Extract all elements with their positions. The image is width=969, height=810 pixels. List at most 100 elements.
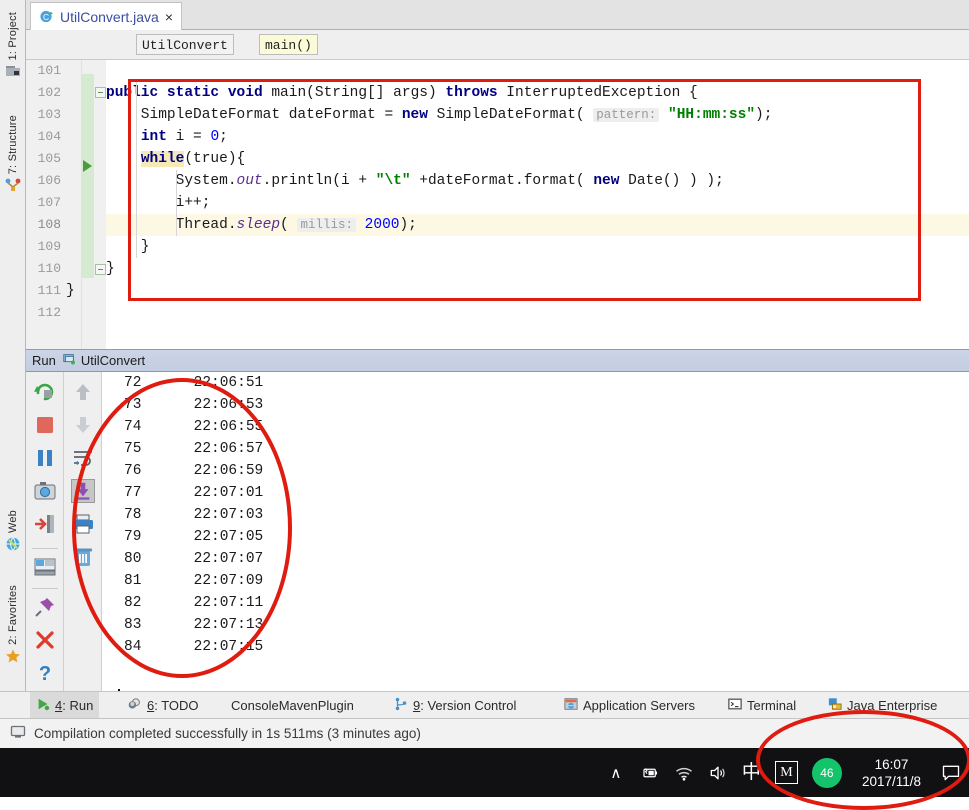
method-sleep: sleep [236, 217, 281, 233]
code-text[interactable]: public static void main(String[] args) t… [66, 60, 969, 349]
tool-window-button-java-enterprise[interactable]: Java Enterprise [822, 692, 943, 718]
wifi-icon[interactable] [674, 763, 694, 783]
console-index: 72 [124, 375, 142, 391]
ide-window: 1: Project 7: Structure Web 2: Favorites [0, 0, 969, 810]
param-hint-millis: millis: [297, 218, 356, 232]
soft-wrap-icon[interactable] [71, 446, 95, 470]
sleep-open-paren: ( [280, 217, 298, 233]
fold-collapse-icon[interactable] [95, 264, 106, 275]
tool-window-button-version-control[interactable]: 9: Version Control [388, 692, 522, 718]
sdf-declaration: SimpleDateFormat dateFormat = [106, 107, 402, 123]
svg-text:?: ? [39, 663, 51, 685]
line-number: 103 [37, 107, 61, 122]
tool-window-button-run[interactable]: 4: Run [30, 692, 100, 718]
close-icon[interactable] [33, 628, 57, 652]
kw-throws: throws [445, 85, 498, 101]
line-number: 101 [37, 63, 61, 78]
run-window-title: Run [32, 353, 56, 368]
editor-gutter[interactable]: 101 102 103 104 105 106 107 108 109 110 … [26, 60, 82, 349]
console-time: 22:07:09 [193, 573, 264, 589]
pause-icon[interactable] [33, 446, 57, 470]
tool-window-button-todo[interactable]: 6: TODO [122, 692, 205, 718]
scroll-down-icon[interactable] [71, 413, 95, 437]
sidebar-item-project-label: 1: Project [7, 12, 19, 61]
toolbar-divider [32, 548, 58, 549]
sidebar-item-structure[interactable]: 7: Structure [0, 115, 26, 193]
battery-charging-icon[interactable] [640, 763, 660, 783]
clear-all-trash-icon[interactable] [71, 545, 95, 569]
exception-type: InterruptedException { [497, 85, 698, 101]
code-line: while(true){ [106, 148, 969, 170]
sidebar-item-project[interactable]: 1: Project [0, 12, 26, 79]
tool-window-button-consolemavenplugin[interactable]: ConsoleMavenPlugin [225, 692, 360, 718]
thread-dump-icon[interactable] [33, 479, 57, 503]
line-number: 109 [37, 239, 61, 254]
rerun-icon[interactable] [33, 380, 57, 404]
breadcrumb-class[interactable]: UtilConvert [136, 34, 234, 55]
stop-icon[interactable] [33, 413, 57, 437]
run-green-arrow-icon [36, 697, 50, 714]
console-time: 22:07:03 [193, 507, 264, 523]
sidebar-item-favorites[interactable]: 2: Favorites [0, 585, 26, 664]
tool-window-button-terminal[interactable]: Terminal [722, 692, 802, 718]
code-line: i++; [106, 192, 969, 214]
fold-collapse-icon[interactable] [95, 87, 106, 98]
m-app-icon[interactable]: M [774, 761, 798, 784]
code-editor[interactable]: 101 102 103 104 105 106 107 108 109 110 … [26, 60, 969, 349]
help-icon[interactable]: ? [33, 661, 57, 685]
console-index: 77 [124, 485, 142, 501]
console-line: 80 22:07:07 [102, 548, 969, 570]
stmt-end: ); [755, 107, 773, 123]
tool-window-label: Java Enterprise [847, 697, 938, 713]
status-bar: Compilation completed successfully in 1s… [0, 718, 969, 748]
toolbar-divider [32, 588, 58, 589]
favorites-star-icon [5, 648, 21, 664]
increment-stmt: i++; [106, 195, 211, 211]
terminal-icon [728, 697, 742, 714]
status-message: Compilation completed successfully in 1s… [34, 726, 421, 741]
param-hint-pattern: pattern: [593, 108, 660, 122]
taskbar-clock[interactable]: 16:07 2017/11/8 [856, 756, 927, 790]
console-time: 22:06:57 [193, 441, 264, 457]
pin-tab-icon[interactable] [33, 595, 57, 619]
notifications-icon[interactable] [941, 763, 961, 783]
format-call: +dateFormat.format( [410, 173, 594, 189]
scroll-to-end-icon[interactable] [71, 479, 95, 503]
left-tool-strip: 1: Project 7: Structure Web 2: Favorites [0, 0, 26, 714]
ime-language-icon[interactable]: 中 [742, 763, 761, 782]
console-line: 74 22:06:55 [102, 416, 969, 438]
run-method-arrow-icon[interactable] [83, 160, 92, 172]
tool-window-button-application-servers[interactable]: Application Servers [558, 692, 701, 718]
console-index: 79 [124, 529, 142, 545]
volume-icon[interactable] [708, 763, 728, 783]
console-index: 80 [124, 551, 142, 567]
close-icon[interactable]: × [165, 10, 173, 24]
console-line: 82 22:07:11 [102, 592, 969, 614]
console-time: 22:07:05 [193, 529, 264, 545]
layout-settings-icon[interactable] [33, 555, 57, 579]
scroll-up-icon[interactable] [71, 380, 95, 404]
java-class-icon: C [39, 9, 54, 24]
breadcrumb-method[interactable]: main() [259, 34, 318, 55]
console-output[interactable]: 72 22:06:51 73 22:06:53 74 22:06:55 75 2… [102, 372, 969, 714]
kw-void: void [227, 85, 263, 101]
console-index: 73 [124, 397, 142, 413]
brace-inner: } [106, 239, 150, 255]
code-line: SimpleDateFormat dateFormat = new Simple… [106, 104, 969, 126]
console-index: 84 [124, 639, 142, 655]
battery-percent-badge[interactable]: 46 [811, 757, 842, 788]
sidebar-item-web-label: Web [7, 510, 19, 534]
console-index: 75 [124, 441, 142, 457]
editor-tab-utilconvert[interactable]: C UtilConvert.java × [30, 2, 183, 30]
show-hidden-icons-chevron-icon[interactable]: ∧ [606, 763, 626, 783]
method-fold-stripe [82, 74, 94, 278]
string-pattern: "HH:mm:ss" [668, 107, 756, 123]
print-icon[interactable] [71, 512, 95, 536]
console-line: 81 22:07:09 [102, 570, 969, 592]
run-tab-utilconvert[interactable]: UtilConvert [62, 352, 145, 369]
sidebar-item-web[interactable]: Web [0, 510, 26, 552]
resume-program-icon[interactable] [33, 512, 57, 536]
line-number: 106 [37, 173, 61, 188]
windows-taskbar: ∧ 中 M 46 16:07 2017/11/8 [0, 748, 969, 797]
code-line: System.out.println(i + "\t" +dateFormat.… [106, 170, 969, 192]
